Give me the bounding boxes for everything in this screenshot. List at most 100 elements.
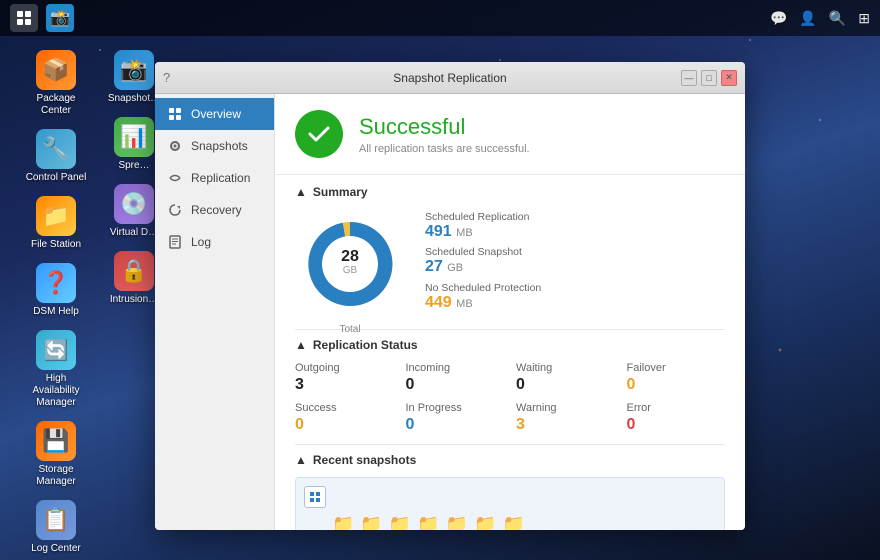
sidebar-item-recovery[interactable]: Recovery [155, 194, 274, 226]
sidebar-label-snapshots: Snapshots [191, 139, 248, 153]
sidebar-item-replication[interactable]: Replication [155, 162, 274, 194]
icon-label-control: Control Panel [26, 172, 87, 184]
grid-icon [16, 10, 32, 26]
icon-label-dsm: DSM Help [33, 306, 79, 318]
main-content: Successful All replication tasks are suc… [275, 94, 745, 530]
taskbar-right: 💬 👤 🔍 ⊞ [770, 10, 870, 27]
icon-label-storage: Storage Manager [24, 464, 88, 488]
replication-icon [167, 170, 183, 186]
stat-waiting: Waiting 0 [516, 362, 615, 394]
taskbar-snapshot-icon[interactable]: 📸 [46, 4, 74, 32]
stat-value-warning: 3 [516, 416, 615, 434]
minimize-button[interactable]: — [681, 70, 697, 86]
sidebar-label-log: Log [191, 235, 211, 249]
help-button[interactable]: ? [163, 70, 170, 85]
legend-value-sr: 491 MB [425, 223, 725, 241]
legend-label-ss: Scheduled Snapshot [425, 246, 725, 258]
stat-error: Error 0 [627, 402, 726, 434]
stat-label-incoming: Incoming [406, 362, 505, 374]
replication-status-header[interactable]: ▲ Replication Status [295, 338, 725, 352]
close-button[interactable]: ✕ [721, 70, 737, 86]
summary-header[interactable]: ▲ Summary [295, 185, 725, 199]
snapshots-timeline: 📁 📁 📁 📁 📁 📁 📁 [295, 477, 725, 530]
desktop-icon-package-center[interactable]: 📦 Package Center [20, 46, 92, 121]
snapshots-icon [167, 138, 183, 154]
icon-label-virtual: Virtual D… [110, 227, 158, 239]
stat-label-in-progress: In Progress [406, 402, 505, 414]
folder-icon-5: 📁 [446, 514, 468, 530]
sidebar: Overview Snapshots [155, 94, 275, 530]
desktop-icon-file-station[interactable]: 📁 File Station [20, 192, 92, 255]
log-icon [167, 234, 183, 250]
status-title: Successful [359, 114, 530, 140]
snapshot-replication-window: ? Snapshot Replication — □ ✕ [155, 62, 745, 530]
pie-total-label: Total [295, 324, 405, 335]
summary-section: ▲ Summary [275, 175, 745, 329]
stat-label-failover: Failover [627, 362, 726, 374]
legend-scheduled-snapshot: Scheduled Snapshot 27 GB [425, 246, 725, 276]
svg-text:GB: GB [343, 265, 358, 276]
recent-snapshots-title: Recent snapshots [313, 453, 416, 467]
recent-snapshots-section: ▲ Recent snapshots [275, 445, 745, 530]
user-icon[interactable]: 👤 [799, 10, 816, 27]
maximize-button[interactable]: □ [701, 70, 717, 86]
widgets-icon[interactable]: ⊞ [858, 10, 870, 27]
snapshots-chevron: ▲ [295, 453, 307, 467]
summary-legend: Scheduled Replication 491 MB Scheduled S… [425, 211, 725, 318]
legend-scheduled-replication: Scheduled Replication 491 MB [425, 211, 725, 241]
status-text: Successful All replication tasks are suc… [359, 114, 530, 155]
legend-value-ss: 27 GB [425, 258, 725, 276]
replication-chevron: ▲ [295, 338, 307, 352]
snapshot-toolbar [304, 486, 716, 508]
sidebar-item-log[interactable]: Log [155, 226, 274, 258]
status-success-icon [295, 110, 343, 158]
window-controls: — □ ✕ [681, 70, 737, 86]
stat-value-error: 0 [627, 416, 726, 434]
sidebar-item-overview[interactable]: Overview [155, 98, 274, 130]
icon-label-package: Package Center [24, 93, 88, 117]
icon-label-file: File Station [31, 239, 81, 251]
desktop-icon-dsm-help[interactable]: ❓ DSM Help [20, 259, 92, 322]
replication-status-title: Replication Status [313, 338, 418, 352]
apps-menu-button[interactable] [10, 4, 38, 32]
folder-icon-4: 📁 [417, 514, 439, 530]
icon-label-ha: High Availability Manager [24, 373, 88, 409]
icon-label-spreadsheet: Spre… [118, 160, 149, 172]
desktop-icon-high-availability[interactable]: 🔄 High Availability Manager [20, 326, 92, 413]
window-title: Snapshot Replication [393, 71, 506, 85]
desktop-icon-control-panel[interactable]: 🔧 Control Panel [20, 125, 92, 188]
desktop-icon-storage[interactable]: 💾 Storage Manager [20, 417, 92, 492]
pie-chart: 28 GB [295, 209, 405, 319]
sidebar-label-recovery: Recovery [191, 203, 242, 217]
stat-label-outgoing: Outgoing [295, 362, 394, 374]
folder-icon-1: 📁 [332, 514, 354, 530]
window-titlebar: ? Snapshot Replication — □ ✕ [155, 62, 745, 94]
recent-snapshots-header[interactable]: ▲ Recent snapshots [295, 453, 725, 467]
stat-value-incoming: 0 [406, 376, 505, 394]
snapshot-tool-grid[interactable] [304, 486, 326, 508]
sidebar-label-overview: Overview [191, 107, 241, 121]
search-icon[interactable]: 🔍 [829, 10, 846, 27]
stat-in-progress: In Progress 0 [406, 402, 505, 434]
stat-value-failover: 0 [627, 376, 726, 394]
sidebar-item-snapshots[interactable]: Snapshots [155, 130, 274, 162]
stat-success: Success 0 [295, 402, 394, 434]
stat-warning: Warning 3 [516, 402, 615, 434]
svg-text:28: 28 [341, 248, 359, 265]
taskbar-left: 📸 [10, 4, 74, 32]
stat-label-success: Success [295, 402, 394, 414]
chat-icon[interactable]: 💬 [770, 10, 787, 27]
pie-chart-wrapper: 28 GB Total [295, 209, 405, 319]
recovery-icon [167, 202, 183, 218]
window-body: Overview Snapshots [155, 94, 745, 530]
folder-icons-row: 📁 📁 📁 📁 📁 📁 📁 [304, 514, 716, 530]
checkmark-icon [305, 120, 333, 148]
stat-label-warning: Warning [516, 402, 615, 414]
desktop-icon-log[interactable]: 📋 Log Center [20, 496, 92, 559]
desktop: 📸 💬 👤 🔍 ⊞ 📦 Package Center 🔧 Control Pan… [0, 0, 880, 560]
summary-content: 28 GB Total Scheduled Replication [295, 209, 725, 319]
overview-icon [167, 106, 183, 122]
stat-incoming: Incoming 0 [406, 362, 505, 394]
stat-value-success: 0 [295, 416, 394, 434]
folder-icon-2: 📁 [360, 514, 382, 530]
